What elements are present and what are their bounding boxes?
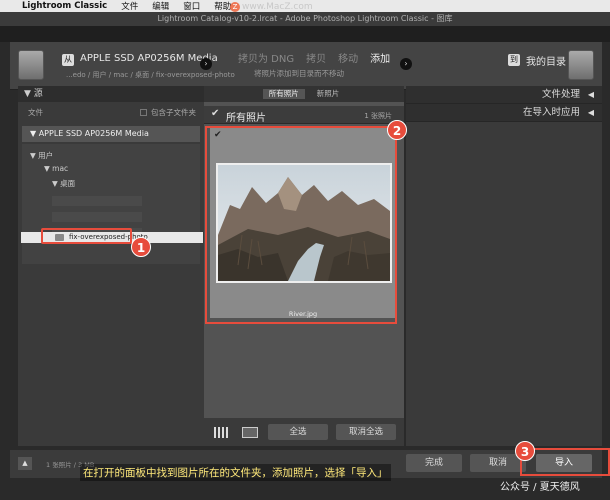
watermark-text: www.MacZ.com	[242, 2, 313, 12]
files-label: 文件	[28, 108, 43, 117]
tab-new-photos[interactable]: 新照片	[311, 89, 346, 99]
mode-move[interactable]: 移动	[338, 50, 358, 65]
highlight-folder	[41, 228, 132, 244]
mode-description: 将照片添加到目录而不移动	[254, 69, 344, 78]
import-mode-selector: 拷贝为 DNG 拷贝 移动 添加	[238, 50, 390, 65]
files-row: 文件 包含子文件夹	[18, 102, 204, 120]
mode-add[interactable]: 添加	[370, 50, 390, 65]
step-badge-1: 1	[131, 237, 151, 257]
source-drive-icon[interactable]	[18, 50, 44, 80]
source-name[interactable]: APPLE SSD AP0256M Media	[80, 53, 218, 64]
watermark-logo-icon: Z	[230, 2, 240, 12]
destination-drive-icon[interactable]	[568, 50, 594, 80]
source-badge: 从	[62, 54, 74, 66]
check-icon[interactable]: ✔	[211, 108, 219, 119]
section-apply-during-import[interactable]: 在导入时应用 ◀	[406, 104, 602, 122]
arrow-right-icon: ›	[200, 58, 212, 70]
dest-badge: 到	[508, 54, 520, 66]
expand-up-icon[interactable]: ▲	[18, 457, 32, 470]
select-all-button[interactable]: 全选	[268, 424, 328, 440]
blurred-folder	[52, 212, 142, 222]
mode-copy[interactable]: 拷贝	[306, 50, 326, 65]
grid-view-icon[interactable]	[214, 427, 230, 438]
done-button[interactable]: 完成	[406, 454, 462, 472]
tab-all-photos[interactable]: 所有照片	[262, 89, 305, 99]
background-strip	[0, 26, 610, 42]
social-watermark: 公众号 / 夏天德风	[500, 482, 580, 493]
tree-item-desktop[interactable]: ▼ 桌面	[52, 178, 75, 189]
step-badge-2: 2	[387, 120, 407, 140]
menu-app-name[interactable]: Lightroom Classic	[22, 1, 107, 11]
source-panel-title[interactable]: ▼ 源	[18, 86, 204, 102]
section-label: 文件处理	[541, 89, 580, 100]
step-badge-3: 3	[515, 441, 535, 461]
window-title: Lightroom Catalog-v10-2.lrcat - Adobe Ph…	[0, 12, 610, 26]
tutorial-caption: 在打开的面板中找到图片所在的文件夹，添加照片，选择「导入」	[80, 464, 391, 481]
menu-help[interactable]: 帮助	[214, 0, 231, 12]
all-photos-header: ✔ 所有照片 1 张照片	[204, 106, 404, 124]
grid-tabs: 所有照片 新照片	[204, 86, 404, 102]
tree-item-mac[interactable]: ▼ mac	[44, 164, 68, 173]
loupe-view-icon[interactable]	[242, 427, 258, 438]
photo-count: 1 张照片	[364, 112, 392, 120]
menu-edit[interactable]: 编辑	[152, 0, 169, 12]
source-path: ...edo / 用户 / mac / 桌面 / fix-overexposed…	[66, 71, 235, 79]
source-panel: ▼ 源 文件 包含子文件夹 ▼ APPLE SSD AP0256M Media …	[18, 86, 204, 446]
volume-item[interactable]: ▼ APPLE SSD AP0256M Media	[22, 126, 200, 142]
deselect-all-button[interactable]: 取消全选	[336, 424, 396, 440]
section-label: 在导入时应用	[522, 107, 580, 118]
all-photos-label: 所有照片	[226, 113, 266, 124]
section-file-handling[interactable]: 文件处理 ◀	[406, 86, 602, 104]
options-panel: 文件处理 ◀ 在导入时应用 ◀	[406, 86, 602, 446]
folder-tree: ▼ 用户 ▼ mac ▼ 桌面	[22, 144, 200, 264]
triangle-left-icon: ◀	[587, 90, 594, 99]
highlight-photo	[205, 126, 397, 324]
mode-copy-dng[interactable]: 拷贝为 DNG	[238, 50, 294, 65]
grid-toolbar: 全选 取消全选	[204, 418, 404, 446]
blurred-folder	[52, 196, 142, 206]
import-header: 从 APPLE SSD AP0256M Media ...edo / 用户 / …	[10, 42, 602, 90]
include-subfolders[interactable]: 包含子文件夹	[140, 107, 196, 118]
menu-file[interactable]: 文件	[121, 0, 138, 12]
checkbox-icon[interactable]	[140, 109, 147, 116]
tree-item-users[interactable]: ▼ 用户	[30, 150, 53, 161]
menu-window[interactable]: 窗口	[183, 0, 200, 12]
destination-name[interactable]: 我的目录	[526, 53, 566, 68]
triangle-left-icon: ◀	[587, 108, 594, 117]
watermark: Zwww.MacZ.com	[230, 2, 313, 12]
arrow-right-icon: ›	[400, 58, 412, 70]
include-subfolders-label: 包含子文件夹	[151, 108, 196, 117]
